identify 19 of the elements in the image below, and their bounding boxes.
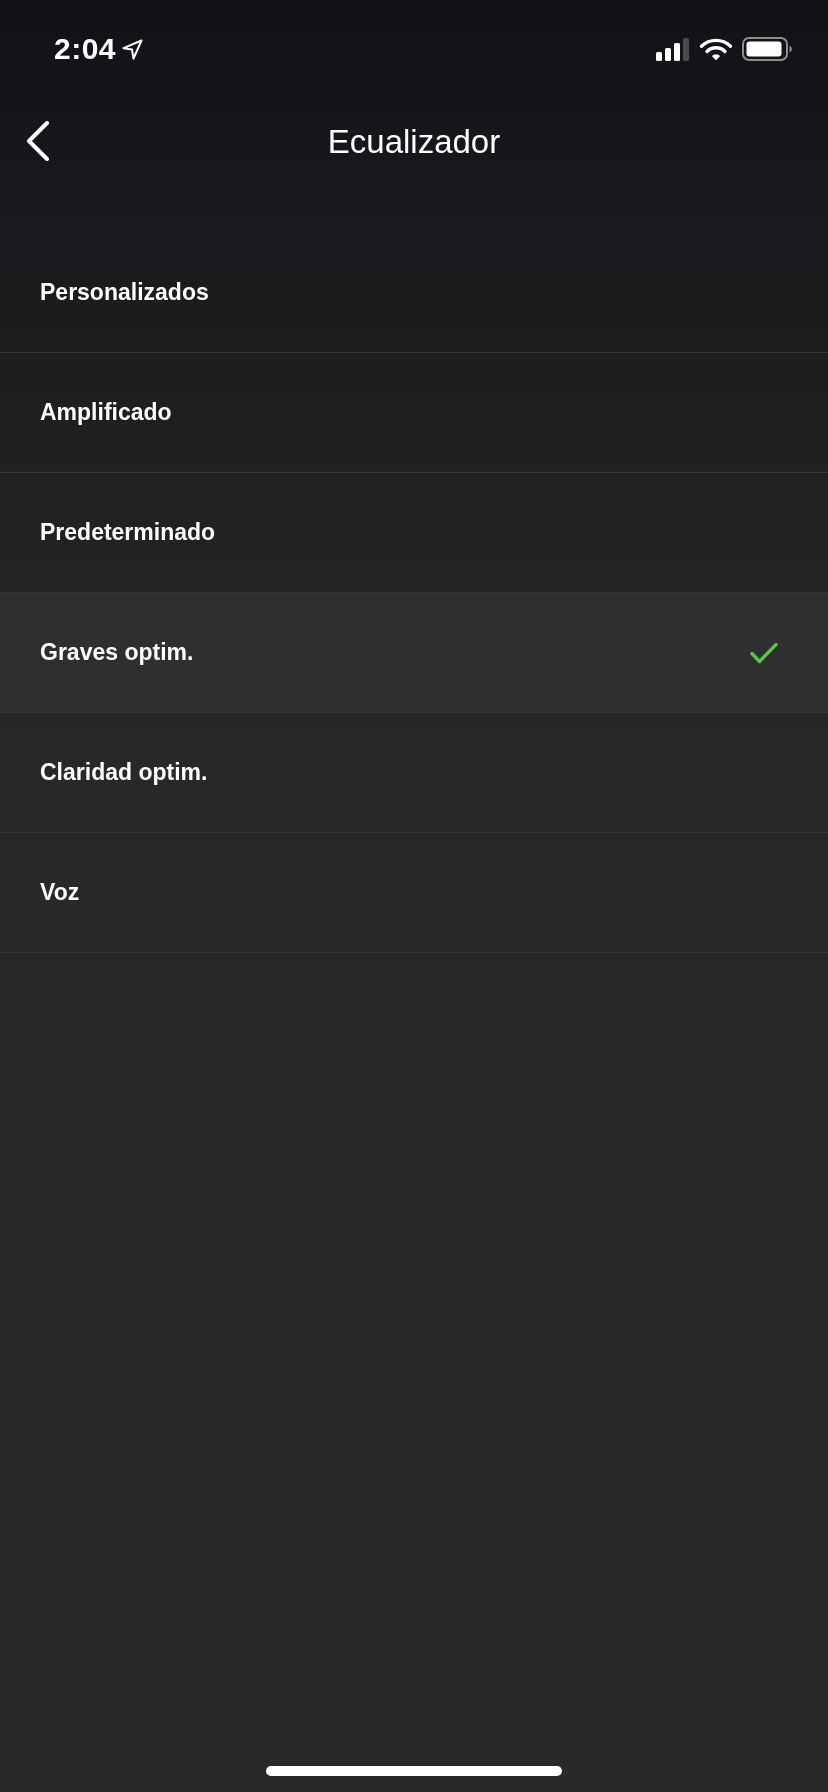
preset-row[interactable]: Voz [0, 833, 828, 953]
screen-title: Ecualizador [327, 124, 501, 158]
preset-label: Amplificado [40, 401, 172, 424]
location-arrow-icon [122, 38, 144, 60]
wifi-icon [700, 37, 732, 61]
battery-icon [742, 37, 792, 61]
status-time: 2:04 [54, 34, 117, 64]
checkmark-icon [750, 641, 778, 664]
preset-row[interactable]: Amplificado [0, 353, 828, 473]
preset-label: Graves optim. [40, 641, 194, 664]
preset-row[interactable]: Claridad optim. [0, 713, 828, 833]
preset-label: Voz [40, 881, 80, 904]
selected-preset-row[interactable]: Graves optim. [0, 593, 828, 713]
chevron-left-icon [26, 121, 50, 161]
preset-row[interactable]: Personalizados [0, 233, 828, 353]
preset-label: Claridad optim. [40, 761, 208, 784]
signal-icon [656, 37, 690, 61]
preset-label: Predeterminado [40, 521, 216, 544]
preset-label: Personalizados [40, 281, 209, 304]
